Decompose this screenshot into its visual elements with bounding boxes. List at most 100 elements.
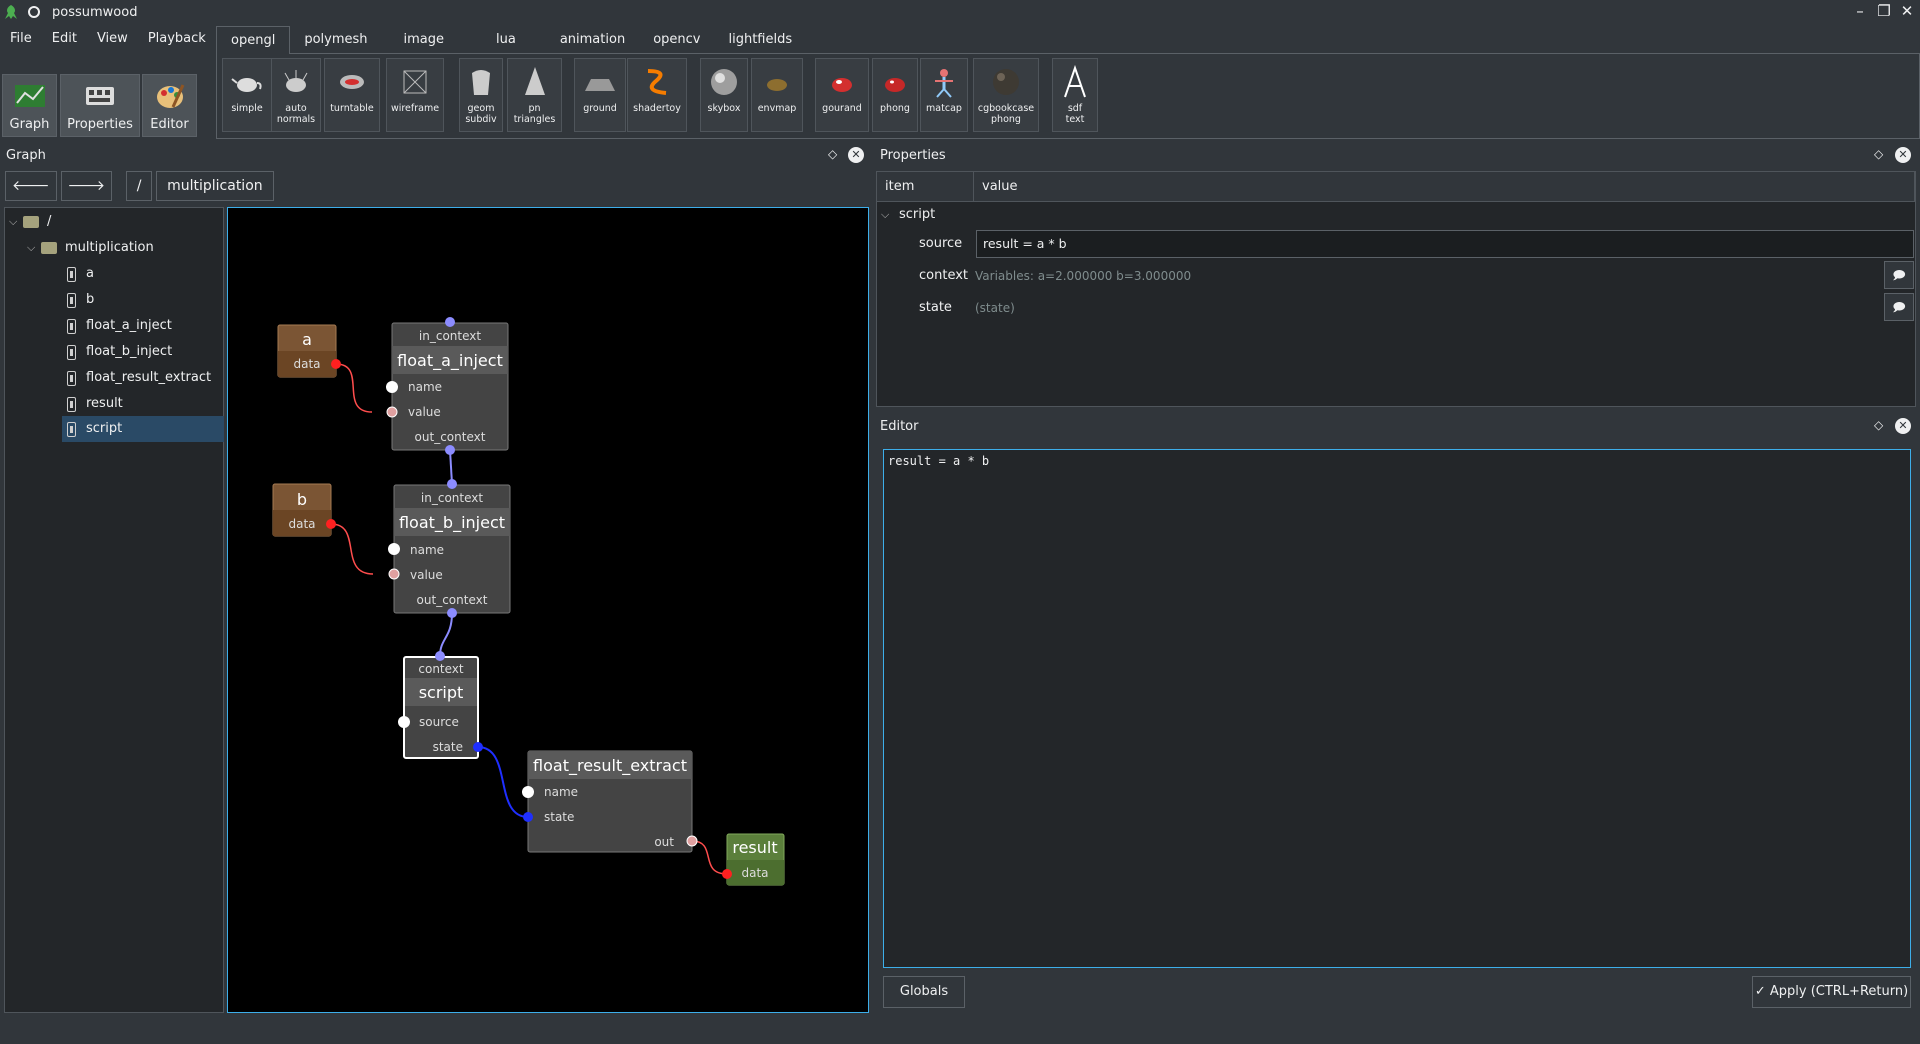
tool-matcap[interactable]: matcap	[920, 58, 968, 132]
tool-turntable[interactable]: turntable	[324, 58, 380, 132]
forward-arrow-icon[interactable]: 🡒	[60, 171, 113, 201]
tree-item-a[interactable]: a	[67, 261, 94, 287]
tool-pn-triangles[interactable]: pn triangles	[507, 58, 562, 132]
port-label: name	[544, 785, 578, 799]
tree-item-label: float_a_inject	[86, 318, 172, 333]
tool-skybox[interactable]: skybox	[700, 58, 748, 132]
tool-shadertoy[interactable]: shadertoy	[627, 58, 687, 132]
close-panel-icon[interactable]: ✕	[1895, 418, 1911, 434]
graph-panel-title: Graph	[6, 148, 46, 163]
tool-simple[interactable]: simple	[222, 58, 272, 132]
menu-edit[interactable]: Edit	[42, 26, 87, 52]
state-value: (state)	[975, 301, 1015, 315]
tree-item-script[interactable]: script	[62, 416, 224, 442]
apply-button[interactable]: ✓ Apply (CTRL+Return)	[1752, 976, 1911, 1008]
node-script: context script source state	[398, 651, 483, 759]
tool-label: matcap	[926, 103, 962, 114]
title-bar: possumwood – ❐ ✕	[0, 0, 1920, 24]
tool-wireframe[interactable]: wireframe	[386, 58, 444, 132]
node-icon	[67, 266, 76, 282]
port-in-icon	[388, 568, 400, 580]
tree-item-label: b	[86, 292, 95, 307]
tool-phong[interactable]: phong	[872, 58, 918, 132]
tab-polymesh[interactable]: polymesh	[290, 26, 381, 54]
tool-label: geom subdiv	[465, 103, 497, 125]
tool-gourand[interactable]: gourand	[815, 58, 869, 132]
tool-auto-normals[interactable]: auto normals	[271, 58, 321, 132]
tab-opengl[interactable]: opengl	[216, 26, 291, 54]
tree-item-b[interactable]: b	[67, 287, 94, 313]
properties-view-button[interactable]: Properties	[60, 74, 140, 137]
node-graph-canvas[interactable]: a data b data in_context float_a_inject …	[227, 207, 869, 1013]
editor-view-button[interactable]: Editor	[142, 74, 197, 137]
tab-lua[interactable]: lua	[466, 26, 546, 54]
close-panel-icon[interactable]: ✕	[1895, 147, 1911, 163]
tree-item-float-b-inject[interactable]: float_b_inject	[67, 339, 172, 365]
breadcrumb-root[interactable]: /	[126, 171, 153, 201]
float-panel-icon[interactable]: ◇	[1874, 418, 1883, 432]
restore-icon[interactable]: ❐	[1874, 2, 1894, 20]
port-in-icon	[388, 543, 400, 555]
chevron-down-icon[interactable]: ⌵	[27, 235, 41, 261]
menu-bar: File Edit View Playback	[0, 26, 216, 52]
property-label-state: state	[919, 300, 952, 315]
connection-script-state	[477, 746, 529, 818]
tab-opencv[interactable]: opencv	[639, 26, 714, 54]
code-editor[interactable]: result = a * b	[883, 449, 1911, 968]
column-header-item[interactable]: item	[877, 172, 974, 202]
tab-image[interactable]: image	[382, 26, 467, 54]
close-window-icon[interactable]: ✕	[1897, 2, 1917, 20]
tool-cgbookcase-phong[interactable]: cgbookcase phong	[973, 58, 1039, 132]
tree-item-label: result	[86, 396, 123, 411]
source-field[interactable]: result = a * b	[976, 230, 1914, 258]
tree-item-root[interactable]: ⌵ /	[9, 209, 51, 235]
minimize-icon[interactable]: –	[1850, 2, 1870, 20]
tool-label: sdf text	[1065, 103, 1085, 125]
comment-icon[interactable]: 🗩	[1884, 293, 1914, 321]
properties-table: item value ⌵ script source result = a * …	[876, 171, 1916, 407]
wireframe-icon	[403, 70, 427, 94]
node-a-port-data: data	[293, 357, 320, 371]
property-group-script: script	[899, 207, 936, 222]
comment-icon[interactable]: 🗩	[1884, 261, 1914, 289]
properties-view-label: Properties	[67, 117, 133, 132]
tab-animation[interactable]: animation	[546, 26, 639, 54]
tree-item-label: multiplication	[65, 240, 154, 255]
connection-result-data	[691, 840, 728, 875]
globals-button[interactable]: Globals	[883, 976, 965, 1008]
toolbar-tabs: opengl polymesh image lua animation open…	[216, 26, 806, 54]
menu-view[interactable]: View	[87, 26, 138, 52]
float-panel-icon[interactable]: ◇	[1874, 147, 1883, 161]
possum-app-icon	[5, 5, 17, 19]
teapot-icon	[231, 78, 262, 92]
chevron-down-icon[interactable]: ⌵	[881, 208, 889, 222]
tree-item-float-result-extract[interactable]: float_result_extract	[67, 365, 211, 391]
tool-sdf-text[interactable]: sdf text	[1052, 58, 1098, 132]
tool-label: wireframe	[390, 103, 440, 114]
pin-icon[interactable]	[28, 6, 40, 18]
tool-envmap[interactable]: envmap	[751, 58, 803, 132]
back-arrow-icon[interactable]: 🡐	[5, 171, 57, 201]
node-float-a-inject: in_context float_a_inject name value out…	[386, 317, 509, 455]
node-icon	[67, 292, 76, 308]
chevron-down-icon[interactable]: ⌵	[9, 209, 23, 235]
node-graph-svg[interactable]: a data b data in_context float_a_inject …	[228, 208, 870, 1014]
connection-a-to-b-context	[449, 449, 453, 485]
menu-playback[interactable]: Playback	[138, 26, 216, 52]
tree-item-multiplication[interactable]: ⌵ multiplication	[27, 235, 154, 261]
breadcrumb-multiplication[interactable]: multiplication	[156, 171, 274, 201]
graph-view-button[interactable]: Graph	[2, 74, 57, 137]
property-label-source: source	[919, 236, 963, 251]
column-header-value[interactable]: value	[974, 172, 1915, 202]
node-icon	[67, 318, 76, 334]
tree-item-result[interactable]: result	[67, 391, 123, 417]
tree-item-float-a-inject[interactable]: float_a_inject	[67, 313, 172, 339]
menu-file[interactable]: File	[0, 26, 42, 52]
subdiv-shape-icon	[472, 70, 490, 95]
float-panel-icon[interactable]: ◇	[828, 147, 837, 161]
tool-ground[interactable]: ground	[574, 58, 626, 132]
tab-lightfields[interactable]: lightfields	[714, 26, 806, 54]
tool-label: shadertoy	[633, 103, 681, 114]
close-panel-icon[interactable]: ✕	[848, 147, 864, 163]
tool-geom-subdiv[interactable]: geom subdiv	[459, 58, 503, 132]
